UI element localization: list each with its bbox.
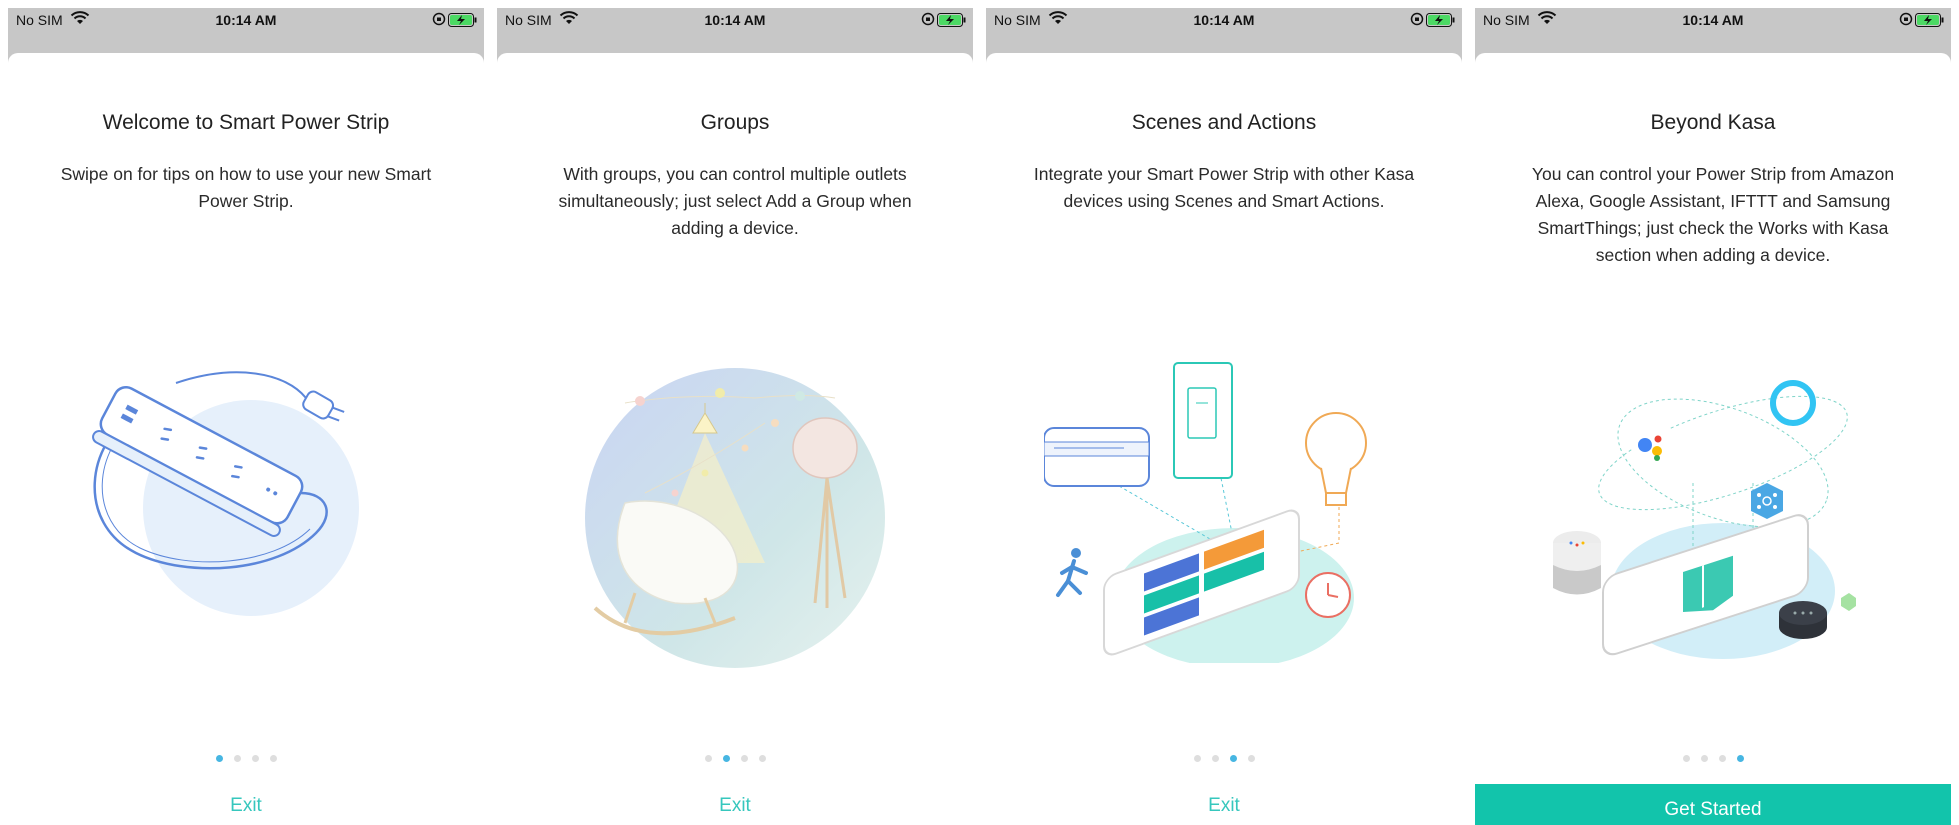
page-title: Scenes and Actions xyxy=(1131,111,1317,134)
orientation-lock-icon xyxy=(921,12,935,26)
onboarding-card[interactable]: Beyond Kasa You can control your Power S… xyxy=(1475,53,1951,825)
onboarding-screen-1: No SIM 10:14 AM Welcome to Smart Power S… xyxy=(8,8,484,825)
page-indicator xyxy=(986,755,1462,765)
page-indicator xyxy=(1475,755,1951,765)
battery-charging-icon xyxy=(448,13,477,27)
status-bar: No SIM 10:14 AM xyxy=(8,8,484,32)
page-dot[interactable] xyxy=(704,755,712,762)
page-indicator xyxy=(497,755,973,765)
orientation-lock-icon xyxy=(432,12,446,26)
battery-charging-icon xyxy=(937,13,966,27)
scenes-smart-home-illustration xyxy=(1044,362,1367,663)
page-description: Swipe on for tips on how to use your new… xyxy=(60,164,432,211)
power-strip-illustration xyxy=(92,371,359,616)
page-dot[interactable] xyxy=(233,755,241,762)
status-time: 10:14 AM xyxy=(1682,12,1744,28)
page-dot[interactable] xyxy=(740,755,748,762)
page-dot[interactable] xyxy=(758,755,766,762)
status-bar: No SIM 10:14 AM xyxy=(986,8,1462,32)
onboarding-card[interactable]: Welcome to Smart Power Strip Swipe on fo… xyxy=(8,53,484,825)
onboarding-card[interactable]: Scenes and Actions Integrate your Smart … xyxy=(986,53,1462,825)
page-dot[interactable] xyxy=(1211,755,1219,762)
status-time: 10:14 AM xyxy=(215,12,277,28)
battery-charging-icon xyxy=(1426,13,1455,27)
page-title: Beyond Kasa xyxy=(1650,111,1776,134)
onboarding-screen-2: No SIM 10:14 AM Groups With groups, you … xyxy=(497,8,973,825)
page-dot[interactable] xyxy=(269,755,277,762)
orientation-lock-icon xyxy=(1899,12,1913,26)
page-indicator xyxy=(8,755,484,765)
page-dot[interactable] xyxy=(1700,755,1708,762)
page-description: You can control your Power Strip from Am… xyxy=(1531,164,1895,265)
page-dot[interactable] xyxy=(1718,755,1726,762)
onboarding-card[interactable]: Groups With groups, you can control mult… xyxy=(497,53,973,825)
page-dot[interactable] xyxy=(1682,755,1690,762)
exit-button[interactable]: Exit xyxy=(497,795,973,817)
page-description: With groups, you can control multiple ou… xyxy=(558,164,912,238)
get-started-button[interactable]: Get Started xyxy=(1475,784,1951,825)
onboarding-screen-3: No SIM 10:14 AM Scenes and Actions Integ… xyxy=(986,8,1462,825)
groups-lamps-chair-illustration xyxy=(585,368,885,668)
status-bar: No SIM 10:14 AM xyxy=(497,8,973,32)
status-bar: No SIM 10:14 AM xyxy=(1475,8,1951,32)
exit-button[interactable]: Exit xyxy=(8,795,484,817)
page-dot[interactable] xyxy=(722,755,730,762)
status-time: 10:14 AM xyxy=(1193,12,1255,28)
exit-button[interactable]: Exit xyxy=(986,795,1462,817)
page-dot[interactable] xyxy=(1247,755,1255,762)
page-dot[interactable] xyxy=(1736,755,1744,762)
page-dot[interactable] xyxy=(251,755,259,762)
orientation-lock-icon xyxy=(1410,12,1424,26)
page-dot[interactable] xyxy=(1229,755,1237,762)
status-time: 10:14 AM xyxy=(704,12,766,28)
page-dot[interactable] xyxy=(1193,755,1201,762)
onboarding-screen-4: No SIM 10:14 AM Beyond Kasa You can cont… xyxy=(1475,8,1951,825)
page-description: Integrate your Smart Power Strip with ot… xyxy=(1033,164,1415,211)
voice-assistants-illustration xyxy=(1553,380,1856,659)
page-title: Welcome to Smart Power Strip xyxy=(102,111,390,134)
page-title: Groups xyxy=(700,111,770,134)
battery-charging-icon xyxy=(1915,13,1944,27)
page-dot[interactable] xyxy=(215,755,223,762)
